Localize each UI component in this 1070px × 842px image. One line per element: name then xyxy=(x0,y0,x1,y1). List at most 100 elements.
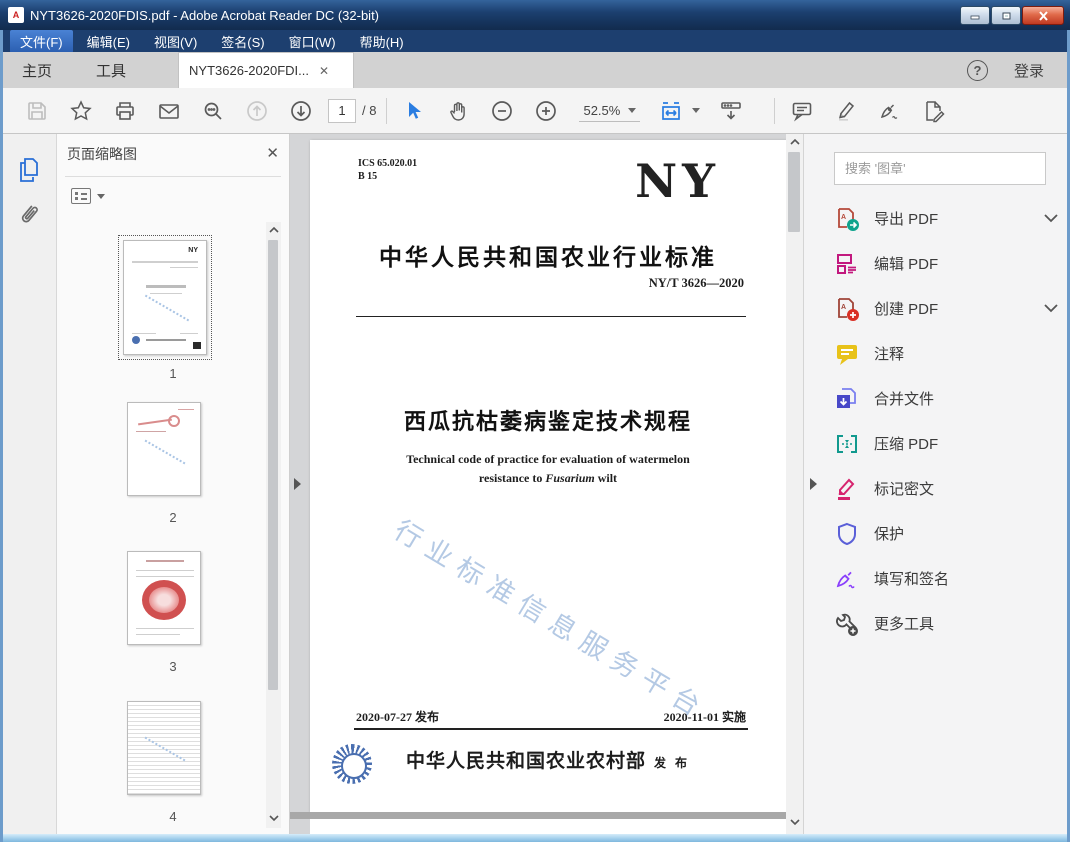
document-scrollbar[interactable] xyxy=(786,134,803,834)
divider xyxy=(354,728,748,730)
zoom-level-select[interactable]: 52.5% xyxy=(579,100,640,122)
dates-row: 2020-07-27 发布 2020-11-01 实施 xyxy=(356,708,746,725)
menu-sign[interactable]: 签名(S) xyxy=(211,30,274,53)
previous-page-icon[interactable] xyxy=(240,94,274,128)
tool-label: 填写和签名 xyxy=(874,568,949,589)
zoom-in-icon[interactable] xyxy=(529,94,563,128)
tool-protect[interactable]: 保护 xyxy=(834,517,1058,550)
menu-file[interactable]: 文件(F) xyxy=(10,30,73,53)
standard-number: NY/T 3626—2020 xyxy=(649,276,744,291)
page-count-label: / 8 xyxy=(362,103,376,118)
divider xyxy=(356,316,746,317)
panel-close-icon[interactable]: ✕ xyxy=(266,144,279,164)
chevron-down-icon xyxy=(97,194,105,199)
select-tool-icon[interactable] xyxy=(397,94,431,128)
tools-list: A 导出 PDF 编辑 PDF A 创建 PDF 注释 xyxy=(834,202,1058,640)
tool-compress-pdf[interactable]: 压缩 PDF xyxy=(834,427,1058,460)
hand-tool-icon[interactable] xyxy=(441,94,475,128)
menu-bar: 文件(F) 编辑(E) 视图(V) 签名(S) 窗口(W) 帮助(H) xyxy=(0,30,1070,52)
window-border-left xyxy=(0,30,3,842)
thumbnail-page-3[interactable] xyxy=(127,551,201,645)
tool-fill-sign[interactable]: 填写和签名 xyxy=(834,562,1058,595)
restore-button[interactable] xyxy=(991,6,1021,25)
thumbnail-page-2[interactable] xyxy=(127,402,201,496)
menu-help[interactable]: 帮助(H) xyxy=(350,30,414,53)
scrollbar-thumb[interactable] xyxy=(268,240,278,690)
toolbar-separator xyxy=(386,98,387,124)
thumbnail-options-button[interactable] xyxy=(71,188,105,204)
help-icon[interactable]: ? xyxy=(967,60,988,81)
scroll-down-icon[interactable] xyxy=(269,813,279,823)
tab-close-icon[interactable]: ✕ xyxy=(319,65,329,77)
issuer-suffix: 发 布 xyxy=(654,756,690,770)
tool-export-pdf[interactable]: A 导出 PDF xyxy=(834,202,1058,235)
scroll-up-icon[interactable] xyxy=(269,225,279,235)
thumbnail-page-4[interactable] xyxy=(127,701,201,795)
tool-create-pdf[interactable]: A 创建 PDF xyxy=(834,292,1058,325)
email-icon[interactable] xyxy=(152,94,186,128)
fit-width-icon[interactable] xyxy=(654,94,688,128)
star-icon[interactable] xyxy=(64,94,98,128)
standard-header: 中华人民共和国农业行业标准 xyxy=(310,238,786,272)
document-title-en: Technical code of practice for evaluatio… xyxy=(310,450,786,487)
tools-search-input[interactable] xyxy=(834,152,1046,185)
menu-edit[interactable]: 编辑(E) xyxy=(77,30,140,53)
redact-icon xyxy=(834,476,860,502)
fill-sign-tool-icon[interactable] xyxy=(917,94,951,128)
menu-window[interactable]: 窗口(W) xyxy=(279,30,346,53)
login-button[interactable]: 登录 xyxy=(1014,60,1044,81)
tool-edit-pdf[interactable]: 编辑 PDF xyxy=(834,247,1058,280)
close-button[interactable] xyxy=(1022,6,1064,25)
tool-comment[interactable]: 注释 xyxy=(834,337,1058,370)
pdf-page-1: ICS 65.020.01 B 15 NY 中华人民共和国农业行业标准 NY/T… xyxy=(310,140,786,812)
scrollbar-thumb[interactable] xyxy=(788,152,800,232)
pdf-app-icon: A xyxy=(8,7,24,23)
main-region: 页面缩略图 ✕ NY 1 xyxy=(0,134,1070,834)
window-border-bottom xyxy=(0,834,1070,842)
thumbnail-label: 2 xyxy=(57,510,289,525)
search-icon[interactable] xyxy=(196,94,230,128)
page-thumbnails-icon[interactable] xyxy=(15,156,43,184)
thumbnails-scrollbar[interactable] xyxy=(266,222,281,828)
left-panel-collapse-icon[interactable] xyxy=(294,478,301,490)
chevron-down-icon xyxy=(628,108,636,113)
thumbnails-panel: 页面缩略图 ✕ NY 1 xyxy=(57,134,290,834)
attachments-icon[interactable] xyxy=(15,200,43,228)
chevron-down-icon xyxy=(1044,214,1058,223)
combine-files-icon xyxy=(834,386,860,412)
minimize-button[interactable] xyxy=(960,6,990,25)
tool-more-tools[interactable]: 更多工具 xyxy=(834,607,1058,640)
right-panel-collapse-icon[interactable] xyxy=(810,478,817,490)
tab-tools[interactable]: 工具 xyxy=(74,52,148,88)
menu-view[interactable]: 视图(V) xyxy=(144,30,207,53)
tab-bar: 主页 工具 NYT3626-2020FDI... ✕ ? 登录 xyxy=(0,52,1070,88)
fit-options-chevron-icon[interactable] xyxy=(692,108,700,113)
print-icon[interactable] xyxy=(108,94,142,128)
page-display-icon[interactable] xyxy=(714,94,748,128)
issuer-name: 中华人民共和国农业农村部 xyxy=(406,751,646,772)
pdf-page-2-top xyxy=(310,819,786,834)
main-toolbar: / 8 52.5% xyxy=(0,88,1070,134)
zoom-level-value: 52.5% xyxy=(583,103,620,118)
tab-document-label: NYT3626-2020FDI... xyxy=(189,63,309,78)
save-icon[interactable] xyxy=(20,94,54,128)
next-page-icon[interactable] xyxy=(284,94,318,128)
tab-document[interactable]: NYT3626-2020FDI... ✕ xyxy=(178,52,354,88)
scroll-up-icon[interactable] xyxy=(790,137,800,147)
highlight-tool-icon[interactable] xyxy=(829,94,863,128)
page-number-input[interactable] xyxy=(328,99,356,123)
protect-icon xyxy=(834,521,860,547)
tool-label: 创建 PDF xyxy=(874,298,938,319)
scroll-down-icon[interactable] xyxy=(790,817,800,827)
tab-home[interactable]: 主页 xyxy=(0,52,74,88)
create-pdf-icon: A xyxy=(834,296,860,322)
sign-pen-icon[interactable] xyxy=(873,94,907,128)
tool-redact[interactable]: 标记密文 xyxy=(834,472,1058,505)
thumbnail-page-1[interactable]: NY xyxy=(123,240,207,355)
zoom-out-icon[interactable] xyxy=(485,94,519,128)
document-canvas: ICS 65.020.01 B 15 NY 中华人民共和国农业行业标准 NY/T… xyxy=(290,134,803,834)
chevron-down-icon xyxy=(1044,304,1058,313)
tool-label: 保护 xyxy=(874,523,904,544)
comment-tool-icon[interactable] xyxy=(785,94,819,128)
tool-combine-files[interactable]: 合并文件 xyxy=(834,382,1058,415)
